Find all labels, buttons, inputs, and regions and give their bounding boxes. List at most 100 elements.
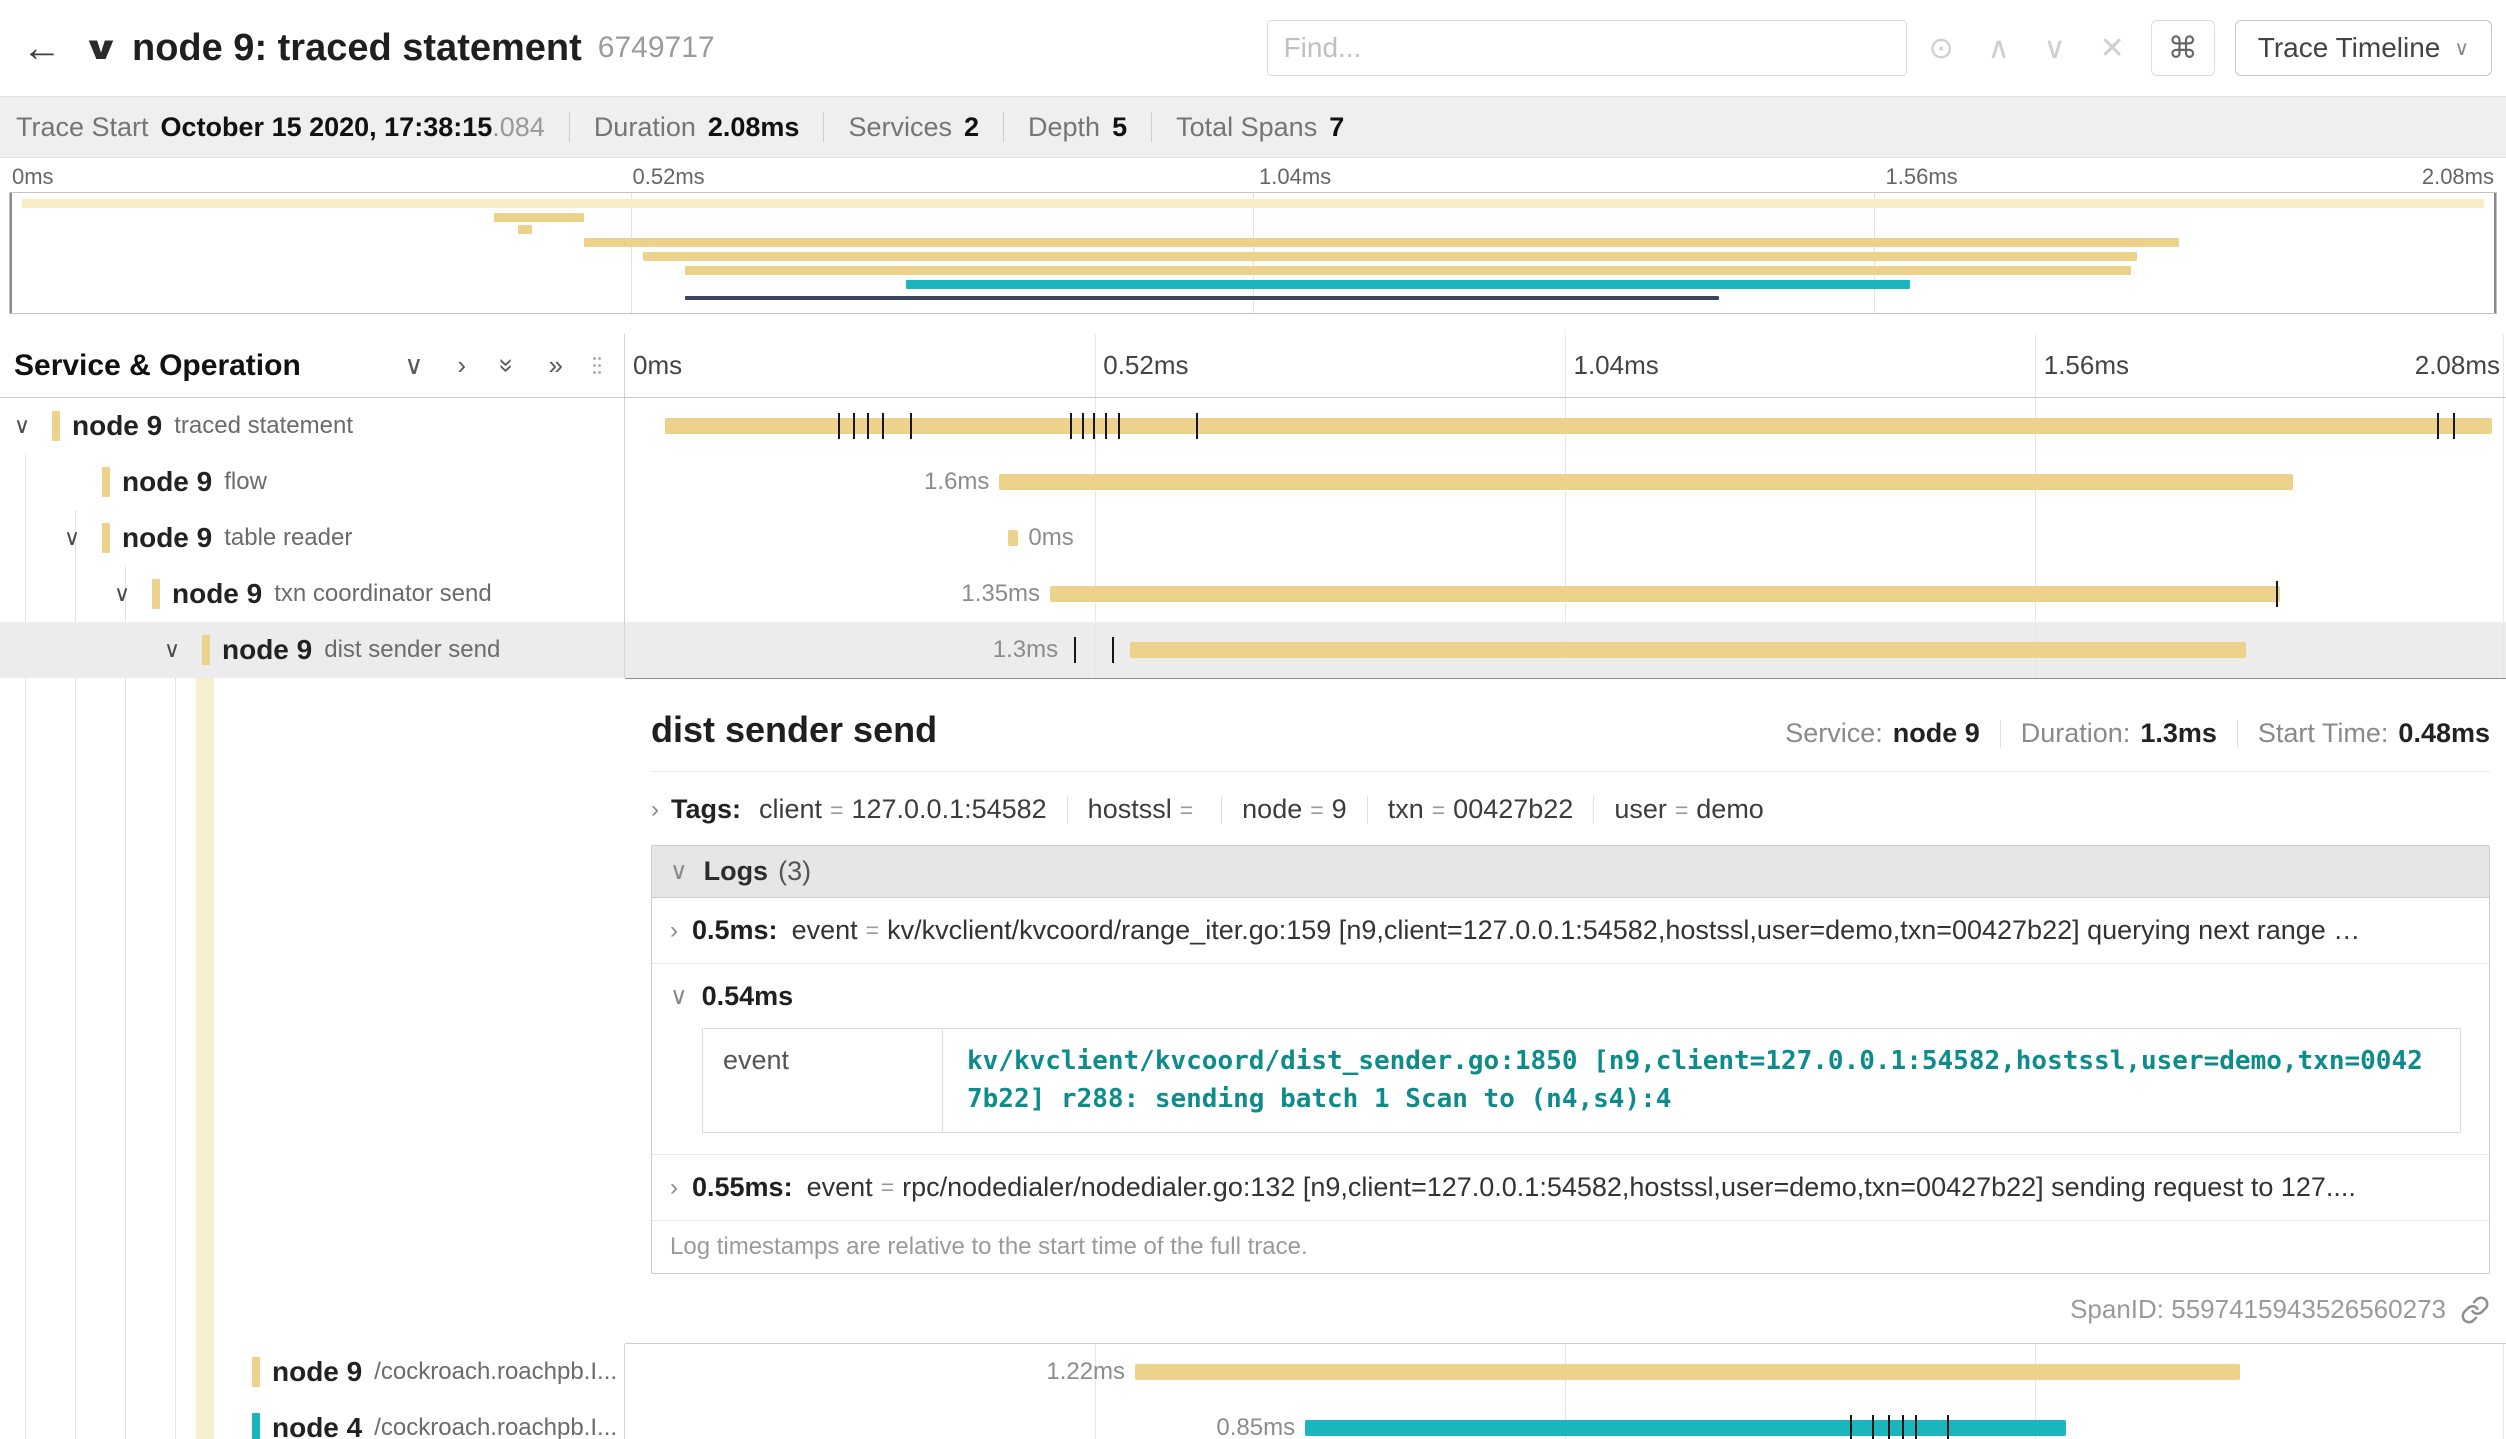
tag-item: user=demo — [1614, 794, 1764, 825]
summary-value: 2 — [964, 112, 979, 143]
log-entry: › 0.55ms: event = rpc/nodedialer/nodedia… — [652, 1155, 2489, 1221]
collapse-controls: ∨ › » » — [404, 350, 563, 381]
summary-value: October 15 2020, 17:38:15 — [161, 112, 493, 143]
span-row[interactable]: node 9/cockroach.roachpb.I...1.22ms — [0, 1344, 2506, 1400]
service-name: node 4 — [272, 1412, 362, 1439]
span-bar[interactable] — [1135, 1364, 2240, 1380]
minimap-tick-label: 0.52ms — [633, 164, 705, 190]
span-bar[interactable] — [1130, 642, 2246, 658]
log-entry-toggle[interactable]: › 0.5ms: event = kv/kvclient/kvcoord/ran… — [670, 915, 2471, 946]
collapse-one-icon[interactable]: ∨ — [404, 350, 423, 381]
span-bar[interactable] — [1008, 530, 1019, 546]
span-bar[interactable] — [665, 418, 2492, 434]
expand-all-icon[interactable]: » — [549, 350, 563, 381]
log-field-value-mono: kv/kvclient/kvcoord/dist_sender.go:1850 … — [943, 1029, 2460, 1132]
summary-value-suffix: .084 — [492, 112, 545, 143]
summary-value: 2.08ms — [708, 112, 800, 143]
span-timeline-cell: 1.6ms — [625, 454, 2506, 510]
log-marker-tick — [1872, 1415, 1874, 1439]
span-detail-meta: Service: node 9 Duration: 1.3ms Start Ti… — [1785, 718, 2490, 749]
span-timeline-cell: 0ms — [625, 510, 2506, 566]
link-icon[interactable] — [2460, 1295, 2490, 1325]
chevron-right-icon: › — [670, 917, 678, 945]
log-field-key: event — [792, 915, 858, 946]
locate-icon[interactable]: ⊙ — [1929, 31, 1954, 66]
log-marker-tick — [1902, 1415, 1904, 1439]
log-marker-tick — [1118, 413, 1120, 439]
keyboard-shortcuts-button[interactable]: ⌘ — [2151, 20, 2215, 76]
collapse-all-icon[interactable]: » — [492, 358, 523, 372]
service-color-chip — [102, 467, 110, 497]
span-detail-title: dist sender send — [651, 709, 937, 751]
service-color-chip — [252, 1357, 260, 1387]
divider — [569, 112, 570, 142]
summary-label: Depth — [1028, 112, 1100, 143]
minimap-tick-label: 1.04ms — [1259, 164, 1331, 190]
minimap-time-labels: 0ms 0.52ms 1.04ms 1.56ms 2.08ms — [0, 158, 2506, 192]
back-button[interactable]: ← — [14, 20, 70, 76]
expand-one-icon[interactable]: › — [457, 350, 466, 381]
trace-collapse-chevron-icon[interactable]: ∨ — [82, 29, 121, 67]
page-title: node 9: traced statement — [132, 27, 582, 70]
span-row[interactable]: ∨node 9dist sender send1.3ms — [0, 622, 2506, 678]
span-detail-header: dist sender send Service: node 9 Duratio… — [651, 709, 2490, 772]
trace-summary-bar: Trace Start October 15 2020, 17:38:15.08… — [0, 96, 2506, 158]
log-marker-tick — [2276, 581, 2278, 607]
ruler-label: 1.56ms — [2044, 350, 2129, 381]
view-selector-button[interactable]: Trace Timeline ∨ — [2235, 20, 2492, 76]
log-marker-tick — [1074, 637, 1076, 663]
meta-value: 1.3ms — [2140, 718, 2217, 749]
minimap-right-scrubber[interactable] — [2494, 193, 2496, 313]
span-row[interactable]: ∨node 9txn coordinator send1.35ms — [0, 566, 2506, 622]
chevron-down-icon: ∨ — [2454, 36, 2469, 61]
span-row[interactable]: node 4/cockroach.roachpb.I...0.85ms — [0, 1400, 2506, 1439]
log-marker-tick — [1093, 413, 1095, 439]
log-marker-tick — [1947, 1415, 1949, 1439]
span-row[interactable]: ∨node 9table reader0ms — [0, 510, 2506, 566]
minimap-span-bar — [518, 225, 532, 234]
span-row[interactable]: node 9flow1.6ms — [0, 454, 2506, 510]
minimap-left-scrubber[interactable] — [10, 193, 12, 313]
next-match-icon[interactable]: ∨ — [2044, 31, 2066, 66]
summary-label: Services — [848, 112, 952, 143]
service-color-chip — [52, 411, 60, 441]
summary-value: 5 — [1112, 112, 1127, 143]
operation-name: traced statement — [174, 412, 353, 440]
chevron-down-icon[interactable]: ∨ — [64, 525, 102, 551]
log-marker-tick — [1105, 413, 1107, 439]
column-resizer-grip[interactable] — [593, 357, 596, 360]
span-duration-label: 1.6ms — [924, 468, 989, 496]
chevron-down-icon: ∨ — [670, 982, 688, 1011]
log-marker-tick — [1070, 413, 1072, 439]
span-row-name: node 4/cockroach.roachpb.I... — [0, 1400, 625, 1439]
chevron-down-icon[interactable]: ∨ — [164, 637, 202, 663]
span-timeline-cell: 1.22ms — [625, 1344, 2506, 1400]
prev-match-icon[interactable]: ∧ — [1988, 31, 2010, 66]
minimap-span-bar — [685, 296, 1719, 300]
operation-name: txn coordinator send — [274, 580, 491, 608]
log-entry-expanded: ∨ 0.54ms event kv/kvclient/kvcoord/dist_… — [652, 964, 2489, 1155]
service-operation-header: Service & Operation ∨ › » » — [0, 334, 625, 397]
view-selector-label: Trace Timeline — [2258, 32, 2441, 64]
span-bar[interactable] — [1305, 1420, 2066, 1436]
log-entry-toggle[interactable]: › 0.55ms: event = rpc/nodedialer/nodedia… — [670, 1172, 2471, 1203]
span-row[interactable]: ∨node 9traced statement — [0, 398, 2506, 454]
chevron-down-icon[interactable]: ∨ — [114, 581, 152, 607]
span-bar[interactable] — [999, 474, 2292, 490]
meta-label: Service: — [1785, 718, 1883, 749]
summary-label: Total Spans — [1176, 112, 1317, 143]
tag-item: hostssl= — [1088, 794, 1201, 825]
log-entry-toggle[interactable]: ∨ 0.54ms — [670, 981, 2471, 1012]
span-detail-panel: dist sender send Service: node 9 Duratio… — [625, 678, 2506, 1344]
logs-section-header[interactable]: ∨ Logs (3) — [652, 846, 2489, 898]
clear-search-icon[interactable]: ✕ — [2100, 31, 2125, 66]
tags-row[interactable]: › Tags: client=127.0.0.1:54582 hostssl= … — [651, 794, 2490, 825]
ruler-label: 1.04ms — [1574, 350, 1659, 381]
log-marker-tick — [867, 413, 869, 439]
chevron-down-icon[interactable]: ∨ — [14, 413, 52, 439]
divider — [823, 112, 824, 142]
find-input[interactable] — [1267, 20, 1907, 76]
log-marker-tick — [1196, 413, 1198, 439]
span-bar[interactable] — [1050, 586, 2280, 602]
minimap-canvas[interactable] — [9, 192, 2497, 314]
